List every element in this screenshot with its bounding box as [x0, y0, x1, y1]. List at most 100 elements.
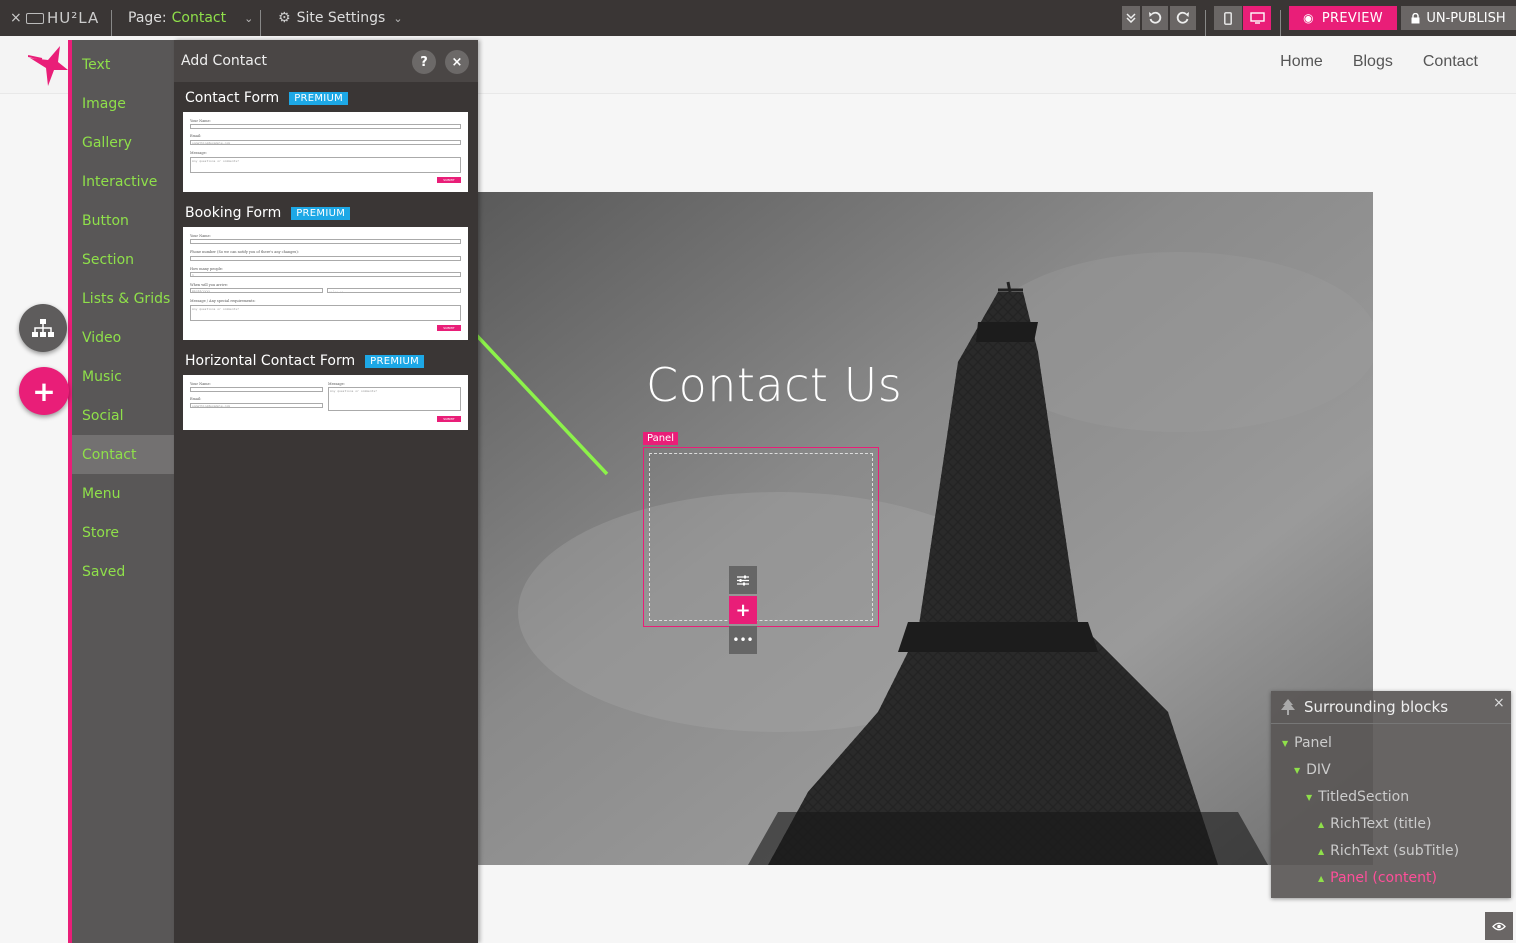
- mobile-view-button[interactable]: [1214, 6, 1242, 30]
- thumb-field: [190, 124, 461, 129]
- surrounding-blocks-title: Surrounding blocks: [1304, 698, 1449, 716]
- nav-blogs[interactable]: Blogs: [1353, 53, 1393, 71]
- add-contact-title: Add Contact: [181, 53, 268, 69]
- thumb-field: [190, 256, 461, 261]
- site-settings-button[interactable]: ⚙ Site Settings ⌄: [278, 0, 403, 36]
- nav-contact[interactable]: Contact: [1423, 53, 1478, 71]
- premium-badge: PREMIUM: [365, 354, 425, 368]
- thumb-placeholder: something@example.com: [192, 141, 230, 145]
- category-interactive[interactable]: Interactive: [72, 162, 174, 201]
- thumb-label: Your Name:: [190, 382, 211, 386]
- category-contact[interactable]: Contact: [72, 435, 174, 474]
- page-selector[interactable]: Page: Contact ⌄: [128, 0, 253, 36]
- desktop-view-button[interactable]: [1243, 6, 1271, 30]
- hero-section[interactable]: Contact Us: [478, 192, 1373, 865]
- site-structure-button[interactable]: [19, 304, 67, 352]
- expand-icon: ▼: [1294, 765, 1301, 775]
- category-section[interactable]: Section: [72, 240, 174, 279]
- tree-item-div[interactable]: ▼ DIV: [1294, 762, 1331, 778]
- category-social[interactable]: Social: [72, 396, 174, 435]
- category-text[interactable]: Text: [72, 45, 174, 84]
- category-store[interactable]: Store: [72, 513, 174, 552]
- page-label: Page:: [128, 10, 167, 26]
- section-title-text: Booking Form: [185, 205, 282, 221]
- horizontal-form-thumbnail[interactable]: Your Name: Email: something@example.com …: [183, 375, 468, 430]
- add-block-button[interactable]: +: [19, 367, 69, 415]
- tree-item-titledsection[interactable]: ▼ TitledSection: [1306, 789, 1409, 805]
- close-surrounding-button[interactable]: ×: [1493, 695, 1505, 711]
- contact-form-title: Contact Form PREMIUM: [185, 90, 349, 106]
- tree-item-label: TitledSection: [1318, 789, 1410, 805]
- expand-icon: ▼: [1306, 792, 1313, 802]
- thumb-placeholder: mm/dd/yyyy: [192, 289, 211, 293]
- gear-icon: ⚙: [278, 10, 291, 26]
- thumb-label: Message:: [190, 151, 207, 155]
- toggle-visibility-button[interactable]: [1485, 912, 1513, 940]
- undo-icon: [1149, 11, 1162, 24]
- sliders-icon: [737, 575, 749, 585]
- tree-item-panel-content[interactable]: ▲ Panel (content): [1318, 870, 1437, 886]
- contact-form-thumbnail[interactable]: Your Name: Email: something@example.com …: [183, 112, 468, 192]
- more-icon: •••: [732, 633, 754, 647]
- add-contact-header: Add Contact ? ×: [174, 40, 478, 82]
- selected-panel[interactable]: [643, 447, 879, 627]
- panel-settings-button[interactable]: [729, 566, 757, 594]
- booking-form-thumbnail[interactable]: Your Name: Phone number (So we can notif…: [183, 227, 468, 340]
- undo-button[interactable]: [1142, 6, 1168, 30]
- thumb-field: [190, 140, 461, 145]
- preview-label: PREVIEW: [1321, 10, 1383, 26]
- eiffel-tower-image: [478, 192, 1373, 865]
- category-video[interactable]: Video: [72, 318, 174, 357]
- help-button[interactable]: ?: [412, 50, 436, 74]
- desktop-icon: [1249, 12, 1265, 24]
- category-saved[interactable]: Saved: [72, 552, 174, 591]
- category-button[interactable]: Button: [72, 201, 174, 240]
- panel-more-button[interactable]: •••: [729, 626, 757, 654]
- preview-button[interactable]: ◉ PREVIEW: [1289, 6, 1397, 30]
- thumb-field: [190, 387, 323, 392]
- close-editor-button[interactable]: ×: [10, 0, 22, 36]
- category-image[interactable]: Image: [72, 84, 174, 123]
- hummingbird-logo-icon: [28, 46, 68, 86]
- thumb-label: Email:: [190, 134, 202, 138]
- collapse-button[interactable]: [1122, 6, 1140, 30]
- hero-title[interactable]: Contact Us: [646, 358, 902, 412]
- tree-item-panel[interactable]: ▼ Panel: [1282, 735, 1332, 751]
- category-menu[interactable]: Menu: [72, 474, 174, 513]
- collapse-icon: ▲: [1318, 873, 1325, 883]
- mobile-icon: [1224, 11, 1232, 25]
- unpublish-button[interactable]: UN-PUBLISH: [1401, 6, 1516, 30]
- tree-item-richtext-subtitle[interactable]: ▲ RichText (subTitle): [1318, 843, 1459, 859]
- category-music[interactable]: Music: [72, 357, 174, 396]
- category-sidebar: Text Image Gallery Interactive Button Se…: [72, 40, 174, 943]
- nav-home[interactable]: Home: [1280, 53, 1323, 71]
- tree-item-label: DIV: [1306, 762, 1331, 778]
- page-value: Contact: [171, 10, 227, 26]
- thumb-placeholder: something@example.com: [192, 404, 230, 408]
- category-lists-grids[interactable]: Lists & Grids: [72, 279, 174, 318]
- tree-item-label: RichText (title): [1330, 816, 1432, 832]
- thumb-label: Message / Any special requirements:: [190, 299, 256, 303]
- plus-icon: +: [735, 599, 751, 621]
- double-chevron-down-icon: [1126, 13, 1136, 23]
- collapse-icon: ▲: [1318, 819, 1325, 829]
- editor-toolbar: × HU²LA Page: Contact ⌄ ⚙ Site Settings …: [0, 0, 1516, 46]
- close-panel-button[interactable]: ×: [445, 50, 469, 74]
- tree-item-label: Panel (content): [1330, 870, 1437, 886]
- chevron-down-icon: ⌄: [244, 11, 254, 25]
- thumb-submit: SUBMIT: [437, 416, 461, 422]
- tree-item-richtext-title[interactable]: ▲ RichText (title): [1318, 816, 1431, 832]
- tree-item-label: RichText (subTitle): [1330, 843, 1460, 859]
- lock-icon: [1411, 12, 1420, 23]
- panel-add-button[interactable]: +: [729, 596, 757, 624]
- category-gallery[interactable]: Gallery: [72, 123, 174, 162]
- section-title-text: Horizontal Contact Form: [185, 353, 356, 369]
- thumb-placeholder: Any questions or comments?: [192, 307, 239, 311]
- horizontal-form-title: Horizontal Contact Form PREMIUM: [185, 353, 425, 369]
- redo-button[interactable]: [1170, 6, 1196, 30]
- panel-dropzone[interactable]: [649, 453, 873, 621]
- eye-icon: [1492, 922, 1506, 930]
- thumb-submit: SUBMIT: [437, 177, 461, 183]
- surrounding-blocks-panel: Surrounding blocks × ▼ Panel ▼ DIV ▼ Titled…: [1271, 691, 1511, 898]
- thumb-label: How many people:: [190, 267, 224, 271]
